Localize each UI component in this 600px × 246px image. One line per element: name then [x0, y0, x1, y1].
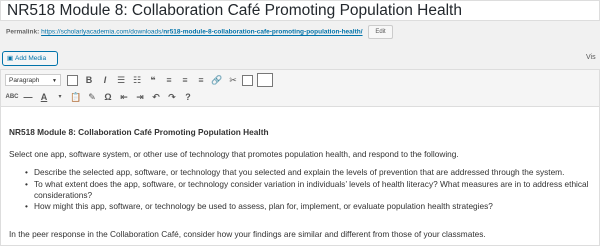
- bullet-list-icon[interactable]: ☰: [114, 73, 128, 87]
- content-closing: In the peer response in the Collaboratio…: [9, 229, 486, 239]
- undo-icon[interactable]: ↶: [149, 90, 163, 104]
- link-icon[interactable]: 🔗: [210, 73, 224, 87]
- color-swatch-icon[interactable]: [67, 74, 78, 86]
- bullet-icon: •: [25, 167, 28, 177]
- bullet-icon: •: [25, 201, 28, 211]
- toolbar-toggle-icon[interactable]: [257, 73, 273, 87]
- italic-icon[interactable]: I: [98, 73, 112, 87]
- permalink-label: Permalink:: [6, 28, 40, 36]
- paste-text-icon[interactable]: 📋: [69, 90, 83, 104]
- list-item-text: How might this app, software, or technol…: [34, 201, 493, 211]
- numbered-list-icon[interactable]: ☷: [130, 73, 144, 87]
- editor-toolbar: Paragraph ▼ B I ☰ ☷ ❝ ≡ ≡ ≡ 🔗 ✂ ABC — A …: [1, 70, 599, 107]
- outdent-icon[interactable]: ⇤: [117, 90, 131, 104]
- help-icon[interactable]: ?: [181, 90, 195, 104]
- media-icon: ▣: [7, 55, 14, 62]
- permalink-bar: Permalink: https://scholarlyacademia.com…: [6, 25, 393, 39]
- strikethrough-icon[interactable]: ABC: [5, 90, 19, 104]
- bold-icon[interactable]: B: [82, 73, 96, 87]
- chevron-down-icon: ▼: [52, 78, 57, 84]
- permalink-url-slug: nr518-module-8-collaboration-cafe-promot…: [163, 28, 363, 36]
- blockquote-icon[interactable]: ❝: [146, 73, 160, 87]
- toolbar-row-2: ABC — A ▾ 📋 ✎ Ω ⇤ ⇥ ↶ ↷ ?: [5, 89, 197, 105]
- text-color-icon[interactable]: A: [37, 90, 51, 104]
- horizontal-line-icon[interactable]: —: [21, 90, 35, 104]
- editor: Paragraph ▼ B I ☰ ☷ ❝ ≡ ≡ ≡ 🔗 ✂ ABC — A …: [0, 69, 600, 246]
- align-center-icon[interactable]: ≡: [178, 73, 192, 87]
- list-item-text: Describe the selected app, software, or …: [34, 167, 565, 177]
- list-item-text: To what extent does the app, software, o…: [34, 178, 589, 200]
- content-heading: NR518 Module 8: Collaboration Café Promo…: [9, 127, 269, 137]
- indent-icon[interactable]: ⇥: [133, 90, 147, 104]
- permalink-edit-button[interactable]: Edit: [368, 25, 393, 39]
- unlink-icon[interactable]: ✂: [226, 73, 240, 87]
- content-intro: Select one app, software system, or othe…: [9, 149, 459, 159]
- list-item: • How might this app, software, or techno…: [25, 201, 600, 212]
- content-bullet-list: • Describe the selected app, software, or…: [25, 167, 600, 213]
- align-left-icon[interactable]: ≡: [162, 73, 176, 87]
- format-select[interactable]: Paragraph ▼: [5, 74, 61, 86]
- list-item: • To what extent does the app, software, …: [25, 179, 600, 201]
- redo-icon[interactable]: ↷: [165, 90, 179, 104]
- text-color-dropdown-icon[interactable]: ▾: [53, 90, 67, 104]
- tab-visual[interactable]: Vis: [586, 54, 596, 61]
- align-right-icon[interactable]: ≡: [194, 73, 208, 87]
- bullet-icon: •: [25, 178, 28, 189]
- permalink-link[interactable]: https://scholarlyacademia.com/downloads/…: [41, 29, 362, 36]
- permalink-url-base: https://scholarlyacademia.com/downloads/: [41, 28, 164, 36]
- format-select-value: Paragraph: [9, 77, 40, 84]
- toolbar-row-1: Paragraph ▼ B I ☰ ☷ ❝ ≡ ≡ ≡ 🔗 ✂: [5, 72, 277, 88]
- add-media-label: Add Media: [15, 55, 47, 62]
- add-media-button[interactable]: ▣ Add Media: [2, 51, 58, 66]
- clear-formatting-icon[interactable]: ✎: [85, 90, 99, 104]
- special-character-icon[interactable]: Ω: [101, 90, 115, 104]
- post-title-input[interactable]: NR518 Module 8: Collaboration Café Promo…: [0, 0, 600, 21]
- list-item: • Describe the selected app, software, or…: [25, 167, 600, 178]
- insert-more-icon[interactable]: [242, 74, 253, 86]
